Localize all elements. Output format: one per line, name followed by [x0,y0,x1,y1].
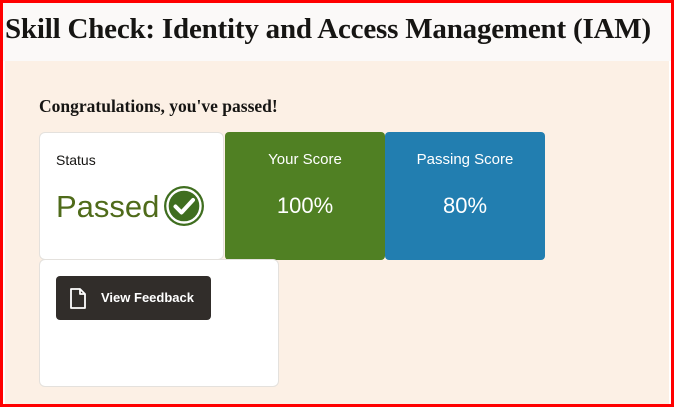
page-title: Skill Check: Identity and Access Managem… [5,13,651,45]
view-feedback-button[interactable]: View Feedback [56,276,211,320]
passing-score-label: Passing Score [416,151,514,168]
status-value: Passed [56,189,160,224]
passing-score-card: Passing Score 80% [385,132,545,260]
status-card: Status Passed [39,132,224,260]
results-panel: Congratulations, you've passed! Status P… [5,61,669,404]
your-score-card: Your Score 100% [225,132,385,260]
app-frame: Skill Check: Identity and Access Managem… [0,0,674,407]
status-label: Status [56,152,96,168]
your-score-label: Your Score [268,151,342,168]
congratulations-message: Congratulations, you've passed! [39,96,278,116]
title-bar: Skill Check: Identity and Access Managem… [3,3,671,61]
passing-score-value: 80% [442,193,488,218]
check-circle-icon [164,186,204,226]
feedback-card: View Feedback [39,259,279,387]
view-feedback-label: View Feedback [101,290,194,305]
document-icon [69,288,87,309]
your-score-value: 100% [276,193,334,218]
